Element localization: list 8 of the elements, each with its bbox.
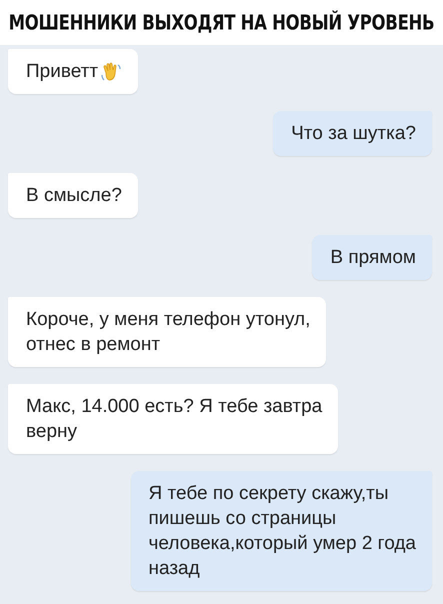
incoming-message: Макс, 14.000 есть? Я тебе завтра верну xyxy=(8,384,338,454)
outgoing-message: Я тебе по секрету скажу,ты пишешь со страницы человека,который умер 2 года назад xyxy=(130,471,432,591)
incoming-message: В смысле? xyxy=(8,173,138,218)
outgoing-message: В прямом xyxy=(312,235,432,280)
outgoing-message: Что за шутка? xyxy=(273,111,432,156)
meme-caption: МОШЕННИКИ ВЫХОДЯТ НА НОВЫЙ УРОВЕНЬ xyxy=(8,10,434,34)
incoming-message: Короче, у меня телефон утонул, отнес в ремонт xyxy=(8,297,326,367)
incoming-message: Приветт xyxy=(8,49,138,94)
